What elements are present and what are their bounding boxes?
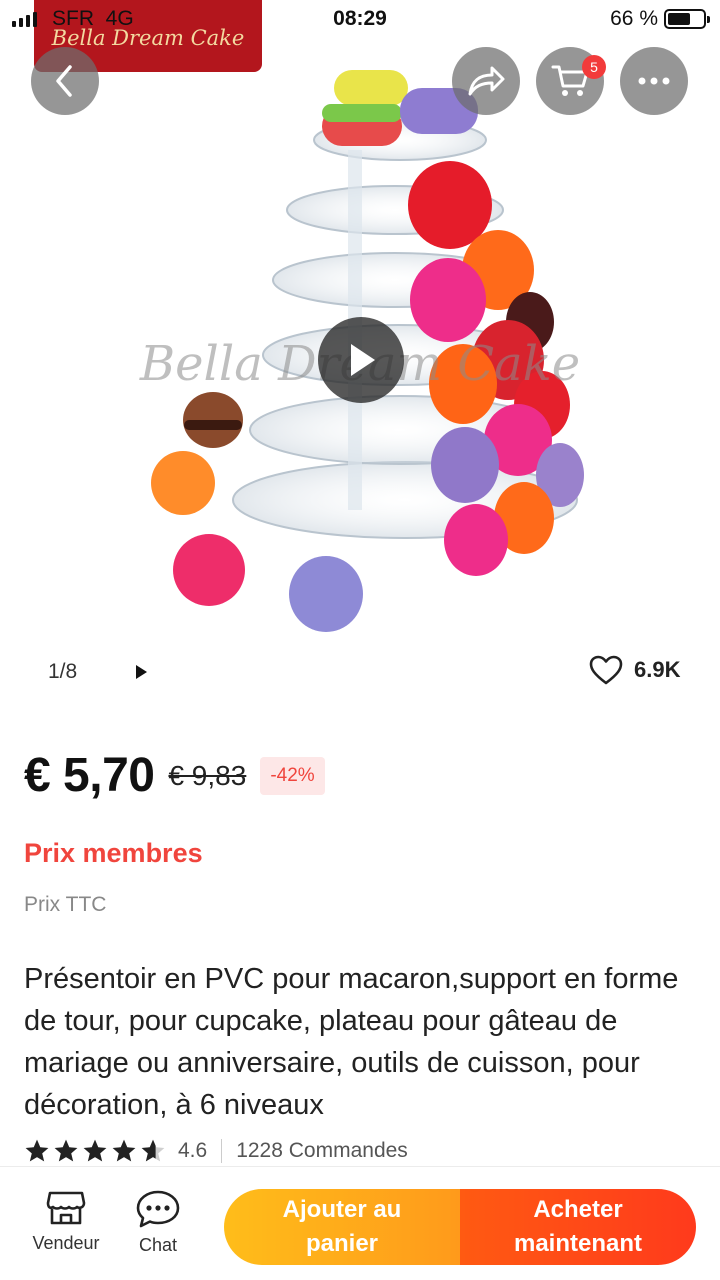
star-icon — [25, 1139, 49, 1162]
image-counter: 1/8 — [48, 660, 78, 683]
star-icon — [112, 1139, 136, 1162]
cta-group: Ajouter au panier Acheter maintenant — [224, 1189, 696, 1265]
product-image-gallery[interactable]: Bella Dream Cake Bella Dream Cake 5 1/8 … — [0, 0, 720, 720]
original-price: € 9,83 — [168, 759, 247, 791]
battery-percent: 66 % — [610, 7, 658, 30]
share-icon — [468, 66, 505, 96]
favorites-count: 6.9K — [634, 657, 681, 682]
play-icon — [351, 344, 375, 376]
share-button[interactable] — [452, 47, 520, 115]
play-small-icon — [136, 665, 147, 679]
discount-badge: -42% — [260, 756, 325, 795]
battery-icon — [664, 9, 710, 29]
slideshow-play-button[interactable] — [134, 664, 148, 685]
buy-now-label: Acheter maintenant — [513, 1196, 642, 1257]
tax-label: Prix TTC — [24, 893, 107, 916]
heart-icon — [589, 655, 623, 685]
vendeur-tab[interactable]: Vendeur — [28, 1189, 104, 1254]
add-to-cart-label: Ajouter au panier — [282, 1196, 402, 1257]
price-row: € 5,70 € 9,83 -42% — [24, 748, 325, 803]
more-dots-icon — [638, 77, 670, 85]
chat-label: Chat — [138, 1235, 178, 1255]
back-button[interactable] — [31, 47, 99, 115]
bottom-action-bar: Vendeur Chat Ajouter au panier Acheter m… — [0, 1166, 720, 1280]
star-rating — [24, 1138, 166, 1164]
star-icon — [54, 1139, 78, 1162]
buy-now-button[interactable]: Acheter maintenant — [460, 1189, 696, 1265]
video-play-button[interactable] — [318, 317, 404, 403]
cart-count-badge: 5 — [582, 55, 606, 79]
chat-icon — [136, 1190, 180, 1228]
orders-count: 1228 Commandes — [236, 1139, 408, 1162]
wishlist-button[interactable]: 6.9K — [588, 654, 680, 686]
add-to-cart-button[interactable]: Ajouter au panier — [224, 1189, 460, 1265]
vendeur-label: Vendeur — [32, 1233, 100, 1253]
store-icon — [46, 1191, 86, 1225]
divider — [221, 1139, 223, 1163]
members-price-label[interactable]: Prix membres — [24, 838, 203, 869]
cart-button[interactable]: 5 — [536, 47, 606, 115]
chat-tab[interactable]: Chat — [128, 1189, 188, 1256]
chevron-left-icon — [56, 65, 72, 97]
current-price: € 5,70 — [24, 749, 155, 802]
star-icon — [83, 1139, 107, 1162]
more-options-button[interactable] — [620, 47, 688, 115]
rating-row[interactable]: 4.6 1228 Commandes — [24, 1138, 408, 1164]
product-title: Présentoir en PVC pour macaron,support e… — [24, 963, 679, 1121]
rating-value: 4.6 — [178, 1139, 208, 1162]
battery-level — [668, 13, 691, 25]
star-icon — [141, 1139, 165, 1162]
status-bar: SFR 4G 08:29 66 % — [0, 0, 720, 40]
